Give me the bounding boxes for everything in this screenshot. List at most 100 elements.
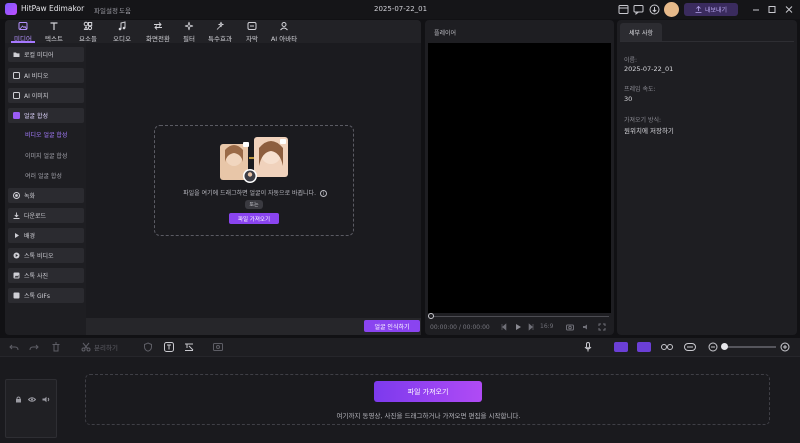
face-drop-zone[interactable]: 파일을 여기에 드래그하면 얼굴이 자동으로 바뀝니다. i 또는 파일 가져오… — [154, 125, 354, 236]
split-label: 분리하기 — [94, 344, 118, 352]
tab-text[interactable]: 텍스트 — [39, 21, 69, 43]
menu-settings[interactable]: 설정 — [106, 5, 118, 15]
project-title: 2025-07-22_01 — [374, 5, 428, 13]
zoom-out-icon[interactable] — [708, 342, 718, 352]
sidebar-sub-video-face[interactable]: 비디오 얼굴 합성 — [25, 130, 67, 139]
tab-transition[interactable]: 화면전환 — [140, 21, 176, 43]
record-icon — [13, 192, 20, 199]
track-mute-icon[interactable] — [42, 396, 50, 403]
sidebar-item-ai-video[interactable]: AI 비디오 — [8, 68, 84, 83]
tab-audio[interactable]: 오디오 — [107, 21, 137, 43]
sidebar-item-label: AI 이미지 — [24, 93, 49, 100]
delete-icon[interactable] — [51, 342, 61, 352]
track-lock-icon[interactable] — [15, 396, 22, 403]
undo-icon[interactable] — [9, 342, 19, 352]
face-recognize-button[interactable]: 얼굴 인식하기 — [364, 320, 420, 332]
fit-timeline-icon[interactable] — [684, 342, 696, 352]
sidebar-item-stock-gifs[interactable]: 스톡 GIFs — [8, 288, 84, 303]
menu-file[interactable]: 파일 — [94, 5, 106, 15]
menu-help[interactable]: 도움 — [119, 5, 131, 15]
tab-details[interactable]: 세부 사항 — [620, 23, 662, 41]
player-progress-bar[interactable] — [431, 316, 609, 317]
download-icon[interactable] — [648, 3, 661, 16]
split-button[interactable]: 분리하기 — [81, 342, 118, 352]
app-name: HitPaw Edimakor — [21, 4, 85, 13]
filter-icon — [184, 21, 194, 31]
sidebar-item-ai-image[interactable]: AI 이미지 — [8, 88, 84, 103]
fullscreen-icon[interactable] — [598, 323, 606, 331]
export-label: 내보내기 — [704, 7, 728, 14]
zoom-slider-knob[interactable] — [721, 343, 728, 350]
drop-instruction-text: 파일을 여기에 드래그하면 얼굴이 자동으로 바뀝니다. — [183, 190, 316, 197]
upload-icon — [695, 6, 702, 13]
redo-icon[interactable] — [29, 342, 39, 352]
minimize-icon[interactable] — [749, 3, 763, 16]
gif-icon — [13, 292, 20, 299]
sidebar-item-label: 다운로드 — [24, 213, 47, 220]
close-icon[interactable] — [782, 3, 796, 16]
next-frame-icon[interactable] — [527, 323, 535, 331]
prev-frame-icon[interactable] — [500, 323, 508, 331]
tab-filter-label: 필터 — [183, 35, 195, 43]
magnet-snap-icon[interactable] — [614, 342, 628, 352]
remove-text-icon[interactable] — [184, 342, 194, 352]
media-panel: 미디어 텍스트 요소들 오디오 화면전환 필터 특수효과 자막 AI 아바타 로… — [5, 20, 421, 335]
feedback-icon[interactable] — [632, 3, 645, 16]
tab-text-label: 텍스트 — [45, 35, 63, 43]
tab-filter[interactable]: 필터 — [176, 21, 202, 43]
or-badge: 또는 — [245, 200, 263, 209]
export-button[interactable]: 내보내기 — [684, 3, 738, 16]
microphone-icon[interactable] — [583, 342, 593, 352]
sidebar-item-label: AI 비디오 — [24, 73, 49, 80]
download-icon — [13, 212, 20, 219]
sidebar-item-label: 스톡 사진 — [24, 273, 48, 280]
avatar[interactable] — [664, 2, 679, 17]
title-bar: HitPaw Edimakor 파일 설정 도움 2025-07-22_01 내… — [0, 0, 800, 19]
chain-icon[interactable] — [661, 342, 673, 352]
details-divider — [620, 41, 794, 42]
sidebar-item-face-merge[interactable]: 얼굴 합성 — [8, 108, 84, 123]
timeline-import-button[interactable]: 파일 가져오기 — [374, 381, 482, 402]
link-clips-icon[interactable] — [637, 342, 651, 352]
tab-subtitle[interactable]: 자막 — [240, 21, 264, 43]
shield-icon[interactable] — [143, 342, 153, 352]
sidebar-sub-multi-face[interactable]: 여러 얼굴 합성 — [25, 171, 62, 180]
zoom-in-icon[interactable] — [780, 342, 790, 352]
sidebar-sub-image-face[interactable]: 이미지 얼굴 합성 — [25, 151, 67, 160]
sidebar-item-background[interactable]: 배경 — [8, 228, 84, 243]
media-icon — [18, 22, 28, 30]
tab-effects[interactable]: 특수효과 — [203, 21, 237, 43]
aspect-ratio[interactable]: 16:9 — [540, 323, 553, 330]
sidebar-item-download[interactable]: 다운로드 — [8, 208, 84, 223]
tab-elements[interactable]: 요소들 — [73, 21, 103, 43]
elements-icon — [83, 21, 93, 31]
effects-icon — [216, 21, 224, 30]
stock-video-icon — [13, 252, 20, 259]
stock-photo-icon — [13, 272, 20, 279]
player-screen[interactable] — [428, 43, 611, 313]
sidebar-item-local-media[interactable]: 로컬 미디어 — [8, 47, 84, 62]
zoom-slider[interactable] — [722, 346, 776, 348]
maximize-icon[interactable] — [765, 3, 779, 16]
sidebar-item-record[interactable]: 녹화 — [8, 188, 84, 203]
play-icon[interactable] — [514, 323, 522, 331]
face-merge-icon — [13, 112, 20, 119]
image-tool-icon[interactable] — [213, 342, 223, 352]
import-file-button[interactable]: 파일 가져오기 — [229, 213, 279, 224]
volume-icon[interactable] — [582, 323, 590, 331]
player-progress-knob[interactable] — [428, 313, 434, 319]
track-visibility-icon[interactable] — [28, 396, 36, 403]
layout-icon[interactable] — [617, 3, 630, 16]
timeline-drop-zone[interactable]: 파일 가져오기 여기까지 동영상, 사진을 드래그하거나 가져오면 편집을 시작… — [85, 374, 770, 425]
tab-ai-avatar[interactable]: AI 아바타 — [267, 21, 301, 43]
sidebar-item-stock-photo[interactable]: 스톡 사진 — [8, 268, 84, 283]
info-icon[interactable]: i — [319, 190, 327, 197]
text-tool-icon[interactable] — [164, 342, 174, 352]
tab-media[interactable]: 미디어 — [8, 21, 38, 43]
transition-icon — [154, 22, 162, 30]
fps-label: 프레임 속도: — [624, 86, 656, 93]
tab-transition-label: 화면전환 — [146, 35, 170, 43]
snapshot-icon[interactable] — [566, 323, 574, 331]
sidebar-item-stock-video[interactable]: 스톡 비디오 — [8, 248, 84, 263]
sidebar-item-label: 배경 — [24, 233, 36, 240]
